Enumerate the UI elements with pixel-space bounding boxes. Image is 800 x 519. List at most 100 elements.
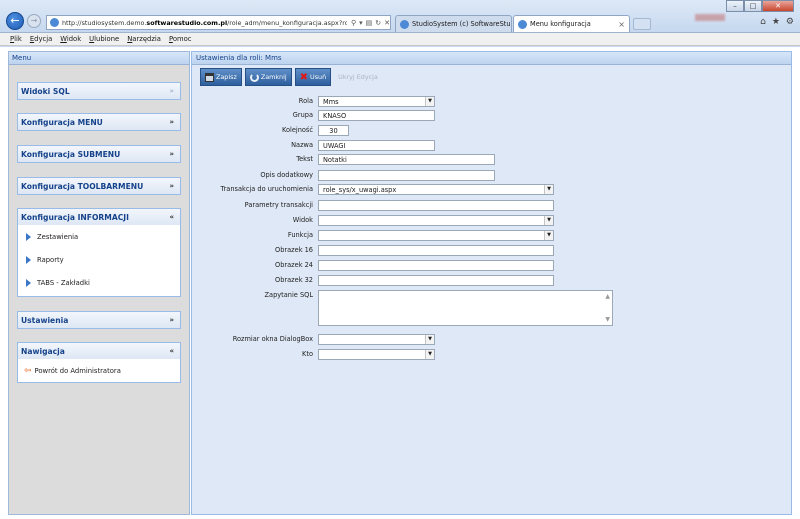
- panel-header[interactable]: Widoki SQL »: [18, 83, 180, 99]
- url-text: http://studiosystem.demo.softwarestudio.…: [62, 18, 347, 27]
- panel-header[interactable]: Konfiguracja SUBMENU »: [18, 146, 180, 162]
- app-area: Menu Widoki SQL » Konfiguracja MENU » Ko…: [0, 47, 800, 519]
- home-icon[interactable]: ⌂: [760, 17, 766, 27]
- opis-label: Opis dodatkowy: [260, 171, 313, 179]
- close-icon: [249, 72, 259, 82]
- site-icon: [50, 18, 59, 27]
- save-icon: [205, 72, 214, 82]
- panel-konfiguracja-menu: Konfiguracja MENU »: [17, 113, 181, 131]
- minimize-button[interactable]: –: [726, 0, 744, 12]
- rozmiar-select[interactable]: ▼: [318, 334, 435, 345]
- obrazek16-label: Obrazek 16: [275, 246, 313, 254]
- tab-site-icon: [400, 19, 409, 29]
- tekst-field[interactable]: Notatki: [318, 154, 495, 165]
- expand-icon[interactable]: »: [169, 150, 174, 158]
- sidebar-title: Menu: [9, 52, 189, 65]
- address-bar[interactable]: http://studiosystem.demo.softwarestudio.…: [46, 15, 391, 30]
- brand-logo: [695, 14, 725, 21]
- chevron-down-icon: ▼: [425, 335, 434, 344]
- sidebar-item-tabs[interactable]: TABS - Zakładki: [26, 271, 180, 294]
- funkcja-select[interactable]: ▼: [318, 230, 554, 241]
- favorites-star-icon[interactable]: ★: [772, 17, 780, 27]
- rozmiar-label: Rozmiar okna DialogBox: [232, 335, 313, 343]
- page-title: Ustawienia dla roli: Mms: [192, 52, 791, 65]
- kto-select[interactable]: ▼: [318, 349, 435, 360]
- expand-icon[interactable]: »: [169, 118, 174, 126]
- delete-icon: ✖: [299, 71, 309, 83]
- arrow-right-icon: [26, 232, 31, 241]
- obrazek16-field[interactable]: [318, 245, 554, 256]
- expand-icon[interactable]: »: [169, 87, 174, 95]
- nazwa-label: Nazwa: [291, 141, 313, 149]
- obrazek32-field[interactable]: [318, 275, 554, 286]
- menu-ulubione[interactable]: Ulubione: [89, 35, 119, 43]
- transakcja-label: Transakcja do uruchomienia: [220, 185, 313, 193]
- new-tab-button[interactable]: [633, 18, 651, 30]
- parametry-label: Parametry transakcji: [244, 201, 313, 209]
- close-window-button[interactable]: ✕: [762, 0, 794, 12]
- zapytanie-label: Zapytanie SQL: [264, 291, 313, 299]
- zapytanie-textarea[interactable]: ▲ ▼: [318, 290, 613, 326]
- panel-nawigacja: Nawigacja « ⇦ Powrót do Administratora: [17, 342, 181, 383]
- hide-edit-button[interactable]: Ukryj Edycja: [334, 68, 382, 86]
- panel-konfiguracja-submenu: Konfiguracja SUBMENU »: [17, 145, 181, 163]
- delete-button[interactable]: ✖ Usuń: [294, 68, 332, 86]
- tab-studiosystem[interactable]: StudioSystem (c) SoftwareStud...: [395, 15, 512, 32]
- stop-icon[interactable]: ✕: [384, 19, 390, 27]
- panel-header[interactable]: Konfiguracja INFORMACJI «: [18, 209, 180, 225]
- grupa-field[interactable]: KNASO: [318, 110, 435, 121]
- settings-gear-icon[interactable]: ⚙: [786, 17, 794, 27]
- menu-plik[interactable]: Plik: [10, 35, 22, 43]
- menu-edycja[interactable]: Edycja: [30, 35, 52, 43]
- expand-icon[interactable]: »: [169, 182, 174, 190]
- obrazek32-label: Obrazek 32: [275, 276, 313, 284]
- settings-panel: Ustawienia dla roli: Mms Zapisz Zamknij …: [191, 51, 792, 515]
- arrow-right-icon: [26, 255, 31, 264]
- panel-header[interactable]: Nawigacja «: [18, 343, 180, 359]
- compat-icon[interactable]: ▤: [366, 19, 373, 27]
- save-button[interactable]: Zapisz: [200, 68, 242, 86]
- back-button[interactable]: ←: [6, 12, 24, 30]
- obrazek24-label: Obrazek 24: [275, 261, 313, 269]
- panel-ustawienia: Ustawienia »: [17, 311, 181, 329]
- transakcja-select[interactable]: role_sys/x_uwagi.aspx ▼: [318, 184, 554, 195]
- search-icon[interactable]: ⚲: [351, 19, 356, 27]
- sidebar-item-zestawienia[interactable]: Zestawienia: [26, 225, 180, 248]
- close-tab-icon[interactable]: ×: [618, 20, 625, 29]
- panel-header[interactable]: Ustawienia »: [18, 312, 180, 328]
- chevron-down-icon: ▼: [425, 350, 434, 359]
- refresh-icon[interactable]: ↻: [375, 19, 381, 27]
- menu-narzedzia[interactable]: Narzędzia: [127, 35, 161, 43]
- toolbar: Zapisz Zamknij ✖ Usuń Ukryj Edycja: [200, 68, 382, 86]
- panel-konfiguracja-toolbarmenu: Konfiguracja TOOLBARMENU »: [17, 177, 181, 195]
- panel-header[interactable]: Konfiguracja MENU »: [18, 114, 180, 130]
- parametry-field[interactable]: [318, 200, 554, 211]
- widok-select[interactable]: ▼: [318, 215, 554, 226]
- scroll-down-icon[interactable]: ▼: [605, 316, 610, 323]
- grupa-label: Grupa: [292, 111, 313, 119]
- sidebar-item-raporty[interactable]: Raporty: [26, 248, 180, 271]
- kto-label: Kto: [302, 350, 313, 358]
- chevron-down-icon: ▼: [544, 216, 553, 225]
- window-controls: – □ ✕: [726, 0, 794, 12]
- nazwa-field[interactable]: UWAGI: [318, 140, 435, 151]
- close-button[interactable]: Zamknij: [244, 68, 292, 86]
- kolejnosc-field[interactable]: 30: [318, 125, 349, 136]
- sidebar-item-powrot[interactable]: ⇦ Powrót do Administratora: [24, 359, 180, 382]
- tab-site-icon: [518, 19, 527, 29]
- rola-select[interactable]: Mms ▼: [318, 96, 435, 107]
- maximize-button[interactable]: □: [744, 0, 762, 12]
- forward-button[interactable]: →: [27, 14, 41, 28]
- menu-pomoc[interactable]: Pomoc: [169, 35, 192, 43]
- dropdown-icon[interactable]: ▾: [359, 19, 363, 27]
- panel-header[interactable]: Konfiguracja TOOLBARMENU »: [18, 178, 180, 194]
- scroll-up-icon[interactable]: ▲: [605, 293, 610, 300]
- collapse-icon[interactable]: «: [169, 347, 174, 355]
- obrazek24-field[interactable]: [318, 260, 554, 271]
- tab-menu-konfiguracja[interactable]: Menu konfiguracja ×: [513, 15, 630, 32]
- opis-field[interactable]: [318, 170, 495, 181]
- expand-icon[interactable]: »: [169, 316, 174, 324]
- menu-widok[interactable]: Widok: [60, 35, 81, 43]
- rola-label: Rola: [298, 97, 313, 105]
- collapse-icon[interactable]: «: [169, 213, 174, 221]
